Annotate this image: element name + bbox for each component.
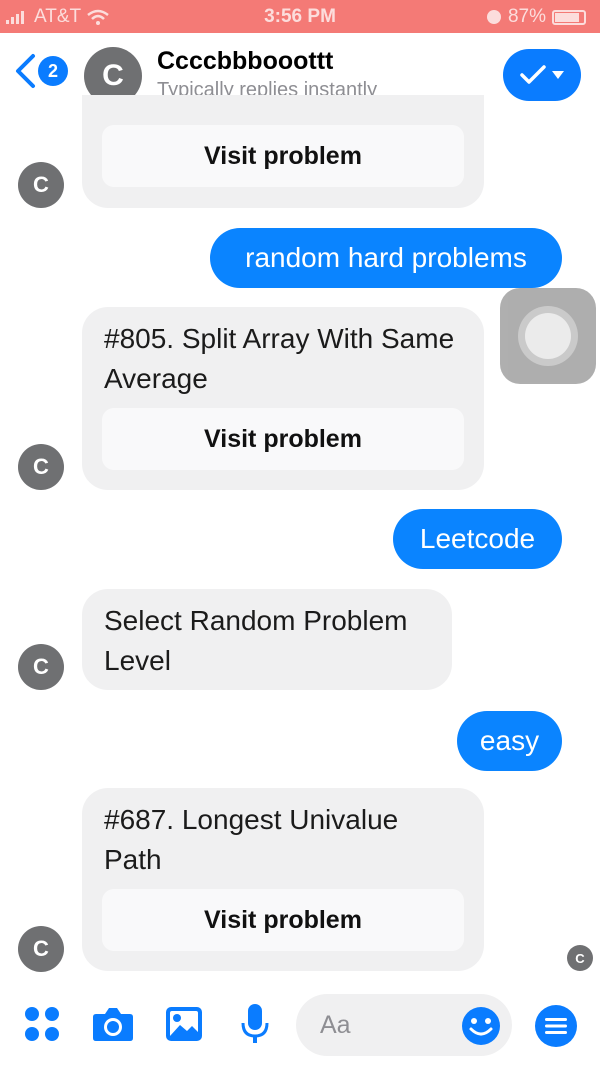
bot-avatar: C (18, 162, 64, 208)
more-apps-button[interactable] (20, 1002, 64, 1046)
back-button[interactable]: 2 (14, 53, 68, 89)
problem-title: #805. Split Array With Same Average (104, 323, 455, 394)
contact-name[interactable]: Ccccbbbooottt (157, 47, 333, 76)
bot-avatar: C (18, 926, 64, 972)
caret-down-icon (552, 71, 564, 79)
microphone-icon (241, 1004, 269, 1043)
outgoing-message: easy (457, 711, 562, 771)
status-bar: AT&T 3:56 PM 87% (0, 0, 600, 33)
alarm-icon (486, 10, 501, 24)
outgoing-message: Leetcode (393, 509, 562, 569)
menu-button[interactable] (535, 1005, 577, 1047)
problem-card: Visit problem (82, 95, 484, 208)
visit-problem-button[interactable]: Visit problem (102, 889, 464, 951)
unread-badge: 2 (38, 56, 68, 86)
apps-grid-icon (25, 1007, 59, 1041)
menu-lines-icon (545, 1018, 567, 1034)
problem-card: #805. Split Array With Same Average Visi… (82, 307, 484, 490)
image-icon (166, 1007, 202, 1041)
seen-indicator-avatar: C (567, 945, 593, 971)
battery-percent: 87% (507, 6, 546, 27)
checkmark-icon (520, 65, 546, 84)
bot-avatar: C (18, 444, 64, 490)
emoji-button[interactable] (461, 1006, 501, 1046)
problem-title: #687. Longest Univalue Path (104, 804, 399, 875)
verify-dropdown-button[interactable] (503, 49, 581, 101)
assistive-touch-button[interactable] (500, 288, 596, 384)
incoming-message: Select Random Problem Level (82, 589, 452, 690)
visit-problem-button[interactable]: Visit problem (102, 408, 464, 470)
camera-icon (93, 1008, 133, 1041)
outgoing-message: random hard problems (210, 228, 562, 288)
problem-card: #687. Longest Univalue Path Visit proble… (82, 788, 484, 971)
chevron-left-icon (16, 54, 35, 88)
microphone-button[interactable] (233, 1002, 277, 1046)
battery-indicator: 87% (486, 6, 586, 28)
visit-problem-button[interactable]: Visit problem (102, 125, 464, 187)
bot-avatar: C (18, 644, 64, 690)
camera-button[interactable] (91, 1002, 135, 1046)
gallery-button[interactable] (162, 1002, 206, 1046)
composer-bar (0, 980, 600, 1067)
smiley-icon (462, 1007, 500, 1045)
battery-icon (552, 9, 586, 25)
